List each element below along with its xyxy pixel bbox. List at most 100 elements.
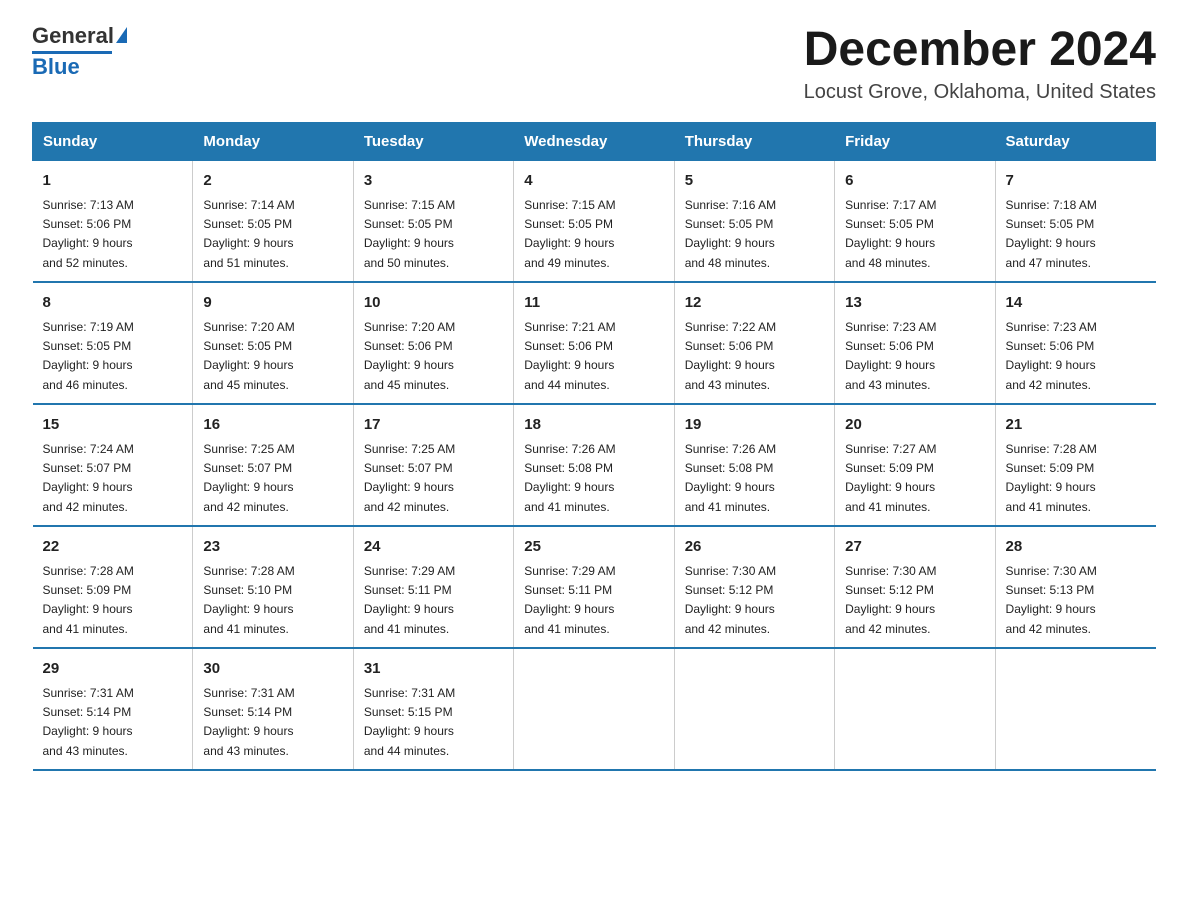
page-header: General Blue December 2024 Locust Grove,…	[32, 24, 1156, 104]
calendar-table: SundayMondayTuesdayWednesdayThursdayFrid…	[32, 122, 1156, 771]
calendar-day-cell: 19Sunrise: 7:26 AMSunset: 5:08 PMDayligh…	[674, 404, 834, 526]
calendar-day-cell: 8 Sunrise: 7:19 AMSunset: 5:05 PMDaylight…	[33, 282, 193, 404]
location-subtitle: Locust Grove, Oklahoma, United States	[804, 81, 1156, 104]
col-header-wednesday: Wednesday	[514, 122, 674, 160]
calendar-day-cell: 13Sunrise: 7:23 AMSunset: 5:06 PMDayligh…	[835, 282, 995, 404]
day-info: Sunrise: 7:15 AMSunset: 5:05 PMDaylight:…	[524, 196, 663, 273]
day-info: Sunrise: 7:31 AMSunset: 5:14 PMDaylight:…	[203, 684, 342, 761]
day-number: 6	[845, 169, 984, 192]
day-info: Sunrise: 7:30 AMSunset: 5:13 PMDaylight:…	[1006, 562, 1146, 639]
day-info: Sunrise: 7:29 AMSunset: 5:11 PMDaylight:…	[364, 562, 503, 639]
calendar-day-cell: 26Sunrise: 7:30 AMSunset: 5:12 PMDayligh…	[674, 526, 834, 648]
calendar-day-cell: 11 Sunrise: 7:21 AMSunset: 5:06 PMDayligh…	[514, 282, 674, 404]
calendar-day-cell: 16 Sunrise: 7:25 AMSunset: 5:07 PMDayligh…	[193, 404, 353, 526]
day-info: Sunrise: 7:17 AMSunset: 5:05 PMDaylight:…	[845, 196, 984, 273]
day-info: Sunrise: 7:13 AMSunset: 5:06 PMDaylight:…	[43, 196, 183, 273]
calendar-day-cell: 24 Sunrise: 7:29 AMSunset: 5:11 PMDayligh…	[353, 526, 513, 648]
day-number: 20	[845, 413, 984, 436]
day-number: 31	[364, 657, 503, 680]
day-info: Sunrise: 7:27 AMSunset: 5:09 PMDaylight:…	[845, 440, 984, 517]
day-info: Sunrise: 7:26 AMSunset: 5:08 PMDaylight:…	[524, 440, 663, 517]
calendar-day-cell: 21Sunrise: 7:28 AMSunset: 5:09 PMDayligh…	[995, 404, 1155, 526]
calendar-week-row: 8 Sunrise: 7:19 AMSunset: 5:05 PMDaylight…	[33, 282, 1156, 404]
calendar-day-cell: 15 Sunrise: 7:24 AMSunset: 5:07 PMDayligh…	[33, 404, 193, 526]
day-number: 9	[203, 291, 342, 314]
day-info: Sunrise: 7:28 AMSunset: 5:09 PMDaylight:…	[43, 562, 183, 639]
day-info: Sunrise: 7:22 AMSunset: 5:06 PMDaylight:…	[685, 318, 824, 395]
calendar-day-cell: 20 Sunrise: 7:27 AMSunset: 5:09 PMDayligh…	[835, 404, 995, 526]
day-info: Sunrise: 7:16 AMSunset: 5:05 PMDaylight:…	[685, 196, 824, 273]
day-info: Sunrise: 7:26 AMSunset: 5:08 PMDaylight:…	[685, 440, 824, 517]
day-number: 22	[43, 535, 183, 558]
day-number: 29	[43, 657, 183, 680]
logo-general: General	[32, 24, 114, 48]
day-info: Sunrise: 7:18 AMSunset: 5:05 PMDaylight:…	[1006, 196, 1146, 273]
logo: General Blue	[32, 24, 127, 79]
day-info: Sunrise: 7:25 AMSunset: 5:07 PMDaylight:…	[203, 440, 342, 517]
calendar-day-cell: 23 Sunrise: 7:28 AMSunset: 5:10 PMDayligh…	[193, 526, 353, 648]
col-header-sunday: Sunday	[33, 122, 193, 160]
day-info: Sunrise: 7:28 AMSunset: 5:09 PMDaylight:…	[1006, 440, 1146, 517]
day-info: Sunrise: 7:30 AMSunset: 5:12 PMDaylight:…	[685, 562, 824, 639]
month-title: December 2024	[804, 24, 1156, 77]
calendar-day-cell: 7 Sunrise: 7:18 AMSunset: 5:05 PMDaylight…	[995, 160, 1155, 282]
calendar-week-row: 22 Sunrise: 7:28 AMSunset: 5:09 PMDayligh…	[33, 526, 1156, 648]
day-number: 30	[203, 657, 342, 680]
calendar-week-row: 29 Sunrise: 7:31 AMSunset: 5:14 PMDayligh…	[33, 648, 1156, 770]
calendar-day-cell: 22 Sunrise: 7:28 AMSunset: 5:09 PMDayligh…	[33, 526, 193, 648]
col-header-tuesday: Tuesday	[353, 122, 513, 160]
day-number: 14	[1006, 291, 1146, 314]
day-number: 11	[524, 291, 663, 314]
day-number: 18	[524, 413, 663, 436]
day-number: 7	[1006, 169, 1146, 192]
calendar-day-cell: 3 Sunrise: 7:15 AMSunset: 5:05 PMDaylight…	[353, 160, 513, 282]
day-info: Sunrise: 7:24 AMSunset: 5:07 PMDaylight:…	[43, 440, 183, 517]
calendar-day-cell: 29 Sunrise: 7:31 AMSunset: 5:14 PMDayligh…	[33, 648, 193, 770]
calendar-week-row: 1 Sunrise: 7:13 AMSunset: 5:06 PMDaylight…	[33, 160, 1156, 282]
day-number: 15	[43, 413, 183, 436]
day-number: 1	[43, 169, 183, 192]
day-info: Sunrise: 7:21 AMSunset: 5:06 PMDaylight:…	[524, 318, 663, 395]
col-header-thursday: Thursday	[674, 122, 834, 160]
calendar-day-cell: 28 Sunrise: 7:30 AMSunset: 5:13 PMDayligh…	[995, 526, 1155, 648]
day-number: 24	[364, 535, 503, 558]
day-number: 28	[1006, 535, 1146, 558]
calendar-day-cell: 6 Sunrise: 7:17 AMSunset: 5:05 PMDaylight…	[835, 160, 995, 282]
calendar-day-cell: 9 Sunrise: 7:20 AMSunset: 5:05 PMDaylight…	[193, 282, 353, 404]
calendar-day-cell: 1 Sunrise: 7:13 AMSunset: 5:06 PMDaylight…	[33, 160, 193, 282]
calendar-day-cell: 10Sunrise: 7:20 AMSunset: 5:06 PMDayligh…	[353, 282, 513, 404]
day-number: 16	[203, 413, 342, 436]
day-info: Sunrise: 7:28 AMSunset: 5:10 PMDaylight:…	[203, 562, 342, 639]
day-number: 2	[203, 169, 342, 192]
day-info: Sunrise: 7:29 AMSunset: 5:11 PMDaylight:…	[524, 562, 663, 639]
day-info: Sunrise: 7:15 AMSunset: 5:05 PMDaylight:…	[364, 196, 503, 273]
day-number: 3	[364, 169, 503, 192]
col-header-saturday: Saturday	[995, 122, 1155, 160]
calendar-day-cell: 17Sunrise: 7:25 AMSunset: 5:07 PMDayligh…	[353, 404, 513, 526]
day-number: 10	[364, 291, 503, 314]
calendar-day-cell: 30 Sunrise: 7:31 AMSunset: 5:14 PMDayligh…	[193, 648, 353, 770]
col-header-friday: Friday	[835, 122, 995, 160]
calendar-day-cell: 25Sunrise: 7:29 AMSunset: 5:11 PMDayligh…	[514, 526, 674, 648]
calendar-day-cell: 12Sunrise: 7:22 AMSunset: 5:06 PMDayligh…	[674, 282, 834, 404]
calendar-day-cell	[514, 648, 674, 770]
day-number: 4	[524, 169, 663, 192]
logo-triangle-icon	[116, 27, 127, 43]
day-number: 8	[43, 291, 183, 314]
day-info: Sunrise: 7:25 AMSunset: 5:07 PMDaylight:…	[364, 440, 503, 517]
day-number: 13	[845, 291, 984, 314]
calendar-day-cell	[995, 648, 1155, 770]
day-number: 5	[685, 169, 824, 192]
day-info: Sunrise: 7:30 AMSunset: 5:12 PMDaylight:…	[845, 562, 984, 639]
col-header-monday: Monday	[193, 122, 353, 160]
day-info: Sunrise: 7:19 AMSunset: 5:05 PMDaylight:…	[43, 318, 183, 395]
calendar-day-cell: 4 Sunrise: 7:15 AMSunset: 5:05 PMDaylight…	[514, 160, 674, 282]
logo-blue: Blue	[32, 54, 80, 79]
calendar-day-cell: 14 Sunrise: 7:23 AMSunset: 5:06 PMDayligh…	[995, 282, 1155, 404]
day-number: 23	[203, 535, 342, 558]
calendar-day-cell	[674, 648, 834, 770]
day-info: Sunrise: 7:23 AMSunset: 5:06 PMDaylight:…	[1006, 318, 1146, 395]
day-info: Sunrise: 7:14 AMSunset: 5:05 PMDaylight:…	[203, 196, 342, 273]
day-info: Sunrise: 7:31 AMSunset: 5:14 PMDaylight:…	[43, 684, 183, 761]
day-info: Sunrise: 7:20 AMSunset: 5:05 PMDaylight:…	[203, 318, 342, 395]
